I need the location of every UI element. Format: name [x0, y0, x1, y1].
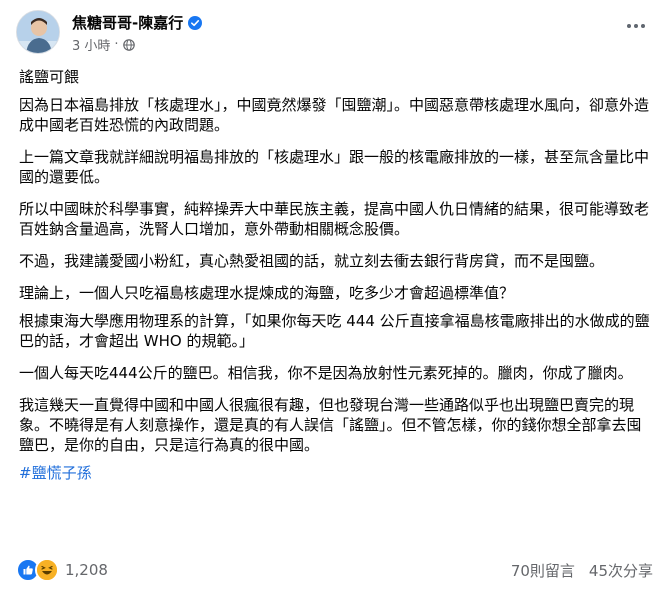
hashtag-link[interactable]: #鹽慌子孫	[19, 464, 92, 482]
post-paragraph: 不過，我建議愛國小粉紅，真心熱愛祖國的話，就立刻去衝去銀行背房貸，而不是囤鹽。	[19, 252, 605, 270]
meta-separator: ·	[114, 37, 119, 52]
post-paragraph: 因為日本福島排放「核處理水」，中國竟然爆發「囤鹽潮」。中國惡意帶核處理水風向，卻…	[19, 96, 650, 134]
haha-reaction-icon	[35, 558, 59, 582]
engagement-stats: 70則留言 45次分享	[511, 560, 653, 581]
author-line: 焦糖哥哥-陳嘉行	[72, 11, 203, 33]
more-dot	[627, 24, 631, 28]
post-footer: 1,208 70則留言 45次分享	[16, 556, 653, 584]
reactions-summary[interactable]: 1,208	[16, 558, 108, 582]
post-meta: 3 小時 ·	[72, 35, 135, 54]
reaction-count: 1,208	[65, 561, 108, 579]
comments-count-link[interactable]: 70則留言	[511, 560, 575, 581]
post-paragraph: 所以中國昧於科學事實，純粹操弄大中華民族主義，提高中國人仇日情緒的結果，很可能導…	[19, 200, 650, 238]
post-body: 謠鹽可餵 因為日本福島排放「核處理水」，中國竟然爆發「囤鹽潮」。中國惡意帶核處理…	[19, 67, 651, 495]
avatar-image	[17, 11, 59, 53]
post-paragraph: 我這幾天一直覺得中國和中國人很瘋很有趣，但也發現台灣一些通路似乎也出現鹽巴賣完的…	[19, 396, 642, 454]
post-paragraph: 根據東海大學應用物理系的計算，「如果你每天吃 444 公斤直接拿福島核電廠排出的…	[19, 312, 650, 350]
post-paragraph: 一個人每天吃444公斤的鹽巴。相信我，你不是因為放射性元素死掉的。臘肉，你成了臘…	[19, 364, 633, 382]
globe-icon[interactable]	[122, 38, 135, 51]
facebook-post: 焦糖哥哥-陳嘉行 3 小時 · 謠鹽可餵 因為日本福島排放「核處理水」，中國竟然…	[0, 0, 669, 593]
author-name[interactable]: 焦糖哥哥-陳嘉行	[72, 12, 183, 33]
post-paragraph: 上一篇文章我就詳細說明福島排放的「核處理水」跟一般的核電廠排放的一樣，甚至氚含量…	[19, 148, 650, 186]
post-timestamp[interactable]: 3 小時	[72, 35, 110, 54]
post-title: 謠鹽可餵	[19, 68, 80, 86]
verified-badge-icon	[188, 15, 203, 30]
post-paragraph: 理論上，一個人只吃福島核處理水提煉成的海鹽，吃多少才會超過標準值？	[19, 284, 515, 302]
avatar[interactable]	[16, 10, 60, 54]
more-dot	[641, 24, 645, 28]
more-options-icon[interactable]	[619, 14, 653, 38]
shares-count-link[interactable]: 45次分享	[589, 560, 653, 581]
post-header: 焦糖哥哥-陳嘉行 3 小時 ·	[16, 10, 653, 60]
more-dot	[634, 24, 638, 28]
